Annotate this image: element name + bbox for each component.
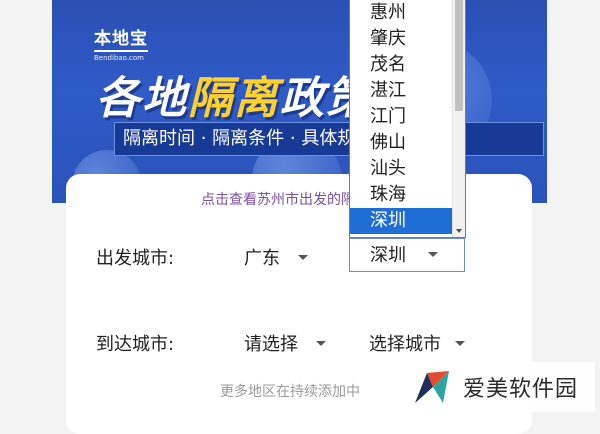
- chevron-down-icon: [455, 340, 465, 346]
- banner-title-highlight: 隔离: [188, 73, 280, 124]
- arrival-province-value: 请选择: [244, 334, 298, 355]
- logo-main-text: 本地宝: [94, 24, 148, 52]
- departure-city-value: 深圳: [370, 245, 406, 266]
- dropdown-scrollbar[interactable]: [452, 0, 465, 237]
- scrollbar-thumb[interactable]: [455, 0, 463, 111]
- arrival-label: 到达城市:: [96, 334, 175, 355]
- dropdown-option[interactable]: 珠海: [350, 182, 453, 208]
- chevron-down-icon: [298, 254, 308, 260]
- city-dropdown-list[interactable]: 惠州 肇庆 茂名 湛江 江门 佛山 汕头 珠海 深圳: [349, 0, 466, 238]
- dropdown-option[interactable]: 江门: [350, 104, 453, 130]
- banner-tagline: 隔离时间 · 隔离条件 · 具体规定: [114, 122, 544, 156]
- scroll-down-arrow-icon[interactable]: [456, 229, 462, 233]
- banner: 本地宝 Bendibao.com 各地隔离政策 隔离时间 · 隔离条件 · 具体…: [52, 0, 547, 203]
- chevron-down-icon: [316, 340, 326, 346]
- arrival-city-select[interactable]: 选择城市: [369, 330, 465, 356]
- departure-province-select[interactable]: 广东: [244, 244, 308, 270]
- chevron-down-icon: [428, 251, 438, 257]
- departure-label: 出发城市:: [96, 248, 175, 269]
- dropdown-option[interactable]: 肇庆: [350, 26, 453, 52]
- departure-city-select[interactable]: 深圳: [349, 238, 465, 272]
- watermark: 爱美软件园: [405, 362, 595, 412]
- watermark-text: 爱美软件园: [463, 377, 579, 402]
- aimei-logo-icon: [415, 371, 449, 403]
- banner-title: 各地隔离政策: [96, 62, 372, 126]
- dropdown-option[interactable]: 佛山: [350, 130, 453, 156]
- departure-province-value: 广东: [244, 248, 280, 269]
- dropdown-option[interactable]: 湛江: [350, 78, 453, 104]
- dropdown-option[interactable]: 惠州: [350, 0, 453, 26]
- footer-note: 更多地区在持续添加中: [220, 384, 360, 400]
- bendibao-logo: 本地宝 Bendibao.com: [94, 24, 148, 62]
- logo-sub-text: Bendibao.com: [94, 54, 145, 62]
- arrival-province-select[interactable]: 请选择: [244, 330, 326, 356]
- dropdown-option[interactable]: 汕头: [350, 156, 453, 182]
- arrival-city-value: 选择城市: [369, 334, 441, 355]
- dropdown-option-selected[interactable]: 深圳: [350, 208, 453, 234]
- banner-title-part1: 各地: [96, 73, 188, 124]
- dropdown-option[interactable]: 茂名: [350, 52, 453, 78]
